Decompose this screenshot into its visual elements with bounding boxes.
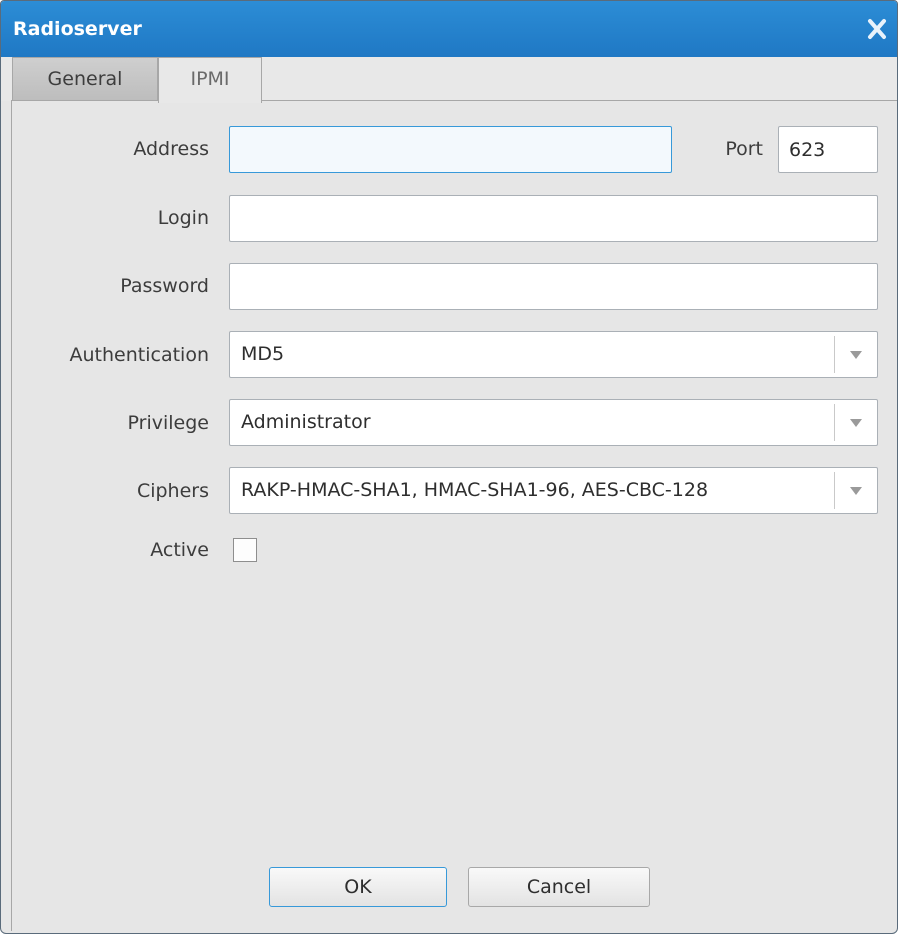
port-label: Port [725, 138, 763, 160]
login-label: Login [157, 207, 209, 229]
select-divider [834, 336, 835, 373]
tab-bar: General IPMI [1, 57, 897, 103]
title-bar[interactable]: Radioserver [1, 1, 897, 57]
tab-ipmi[interactable]: IPMI [158, 57, 262, 103]
authentication-select[interactable]: MD5 [229, 331, 878, 378]
privilege-value: Administrator [241, 411, 371, 433]
tab-general[interactable]: General [12, 57, 158, 100]
authentication-value: MD5 [241, 343, 285, 365]
privilege-label: Privilege [127, 412, 209, 434]
chevron-down-icon[interactable] [850, 419, 862, 427]
window-title: Radioserver [13, 18, 142, 40]
address-label: Address [133, 138, 209, 160]
privilege-select[interactable]: Administrator [229, 399, 878, 446]
active-checkbox[interactable] [233, 538, 257, 562]
port-input[interactable] [778, 126, 878, 173]
password-input[interactable] [229, 263, 878, 310]
dialog-window: Radioserver General IPMI Address Port Lo… [0, 0, 898, 934]
address-input[interactable] [229, 126, 672, 173]
ciphers-value: RAKP-HMAC-SHA1, HMAC-SHA1-96, AES-CBC-12… [241, 479, 709, 501]
select-divider [834, 404, 835, 441]
select-divider [834, 472, 835, 509]
ok-button[interactable]: OK [269, 867, 447, 907]
chevron-down-icon[interactable] [850, 351, 862, 359]
authentication-label: Authentication [69, 344, 209, 366]
ciphers-label: Ciphers [136, 480, 209, 502]
password-label: Password [120, 275, 209, 297]
login-input[interactable] [229, 195, 878, 242]
ciphers-select[interactable]: RAKP-HMAC-SHA1, HMAC-SHA1-96, AES-CBC-12… [229, 467, 878, 514]
chevron-down-icon[interactable] [850, 487, 862, 495]
active-label: Active [150, 539, 209, 561]
cancel-button[interactable]: Cancel [468, 867, 650, 907]
close-icon[interactable] [863, 17, 891, 41]
